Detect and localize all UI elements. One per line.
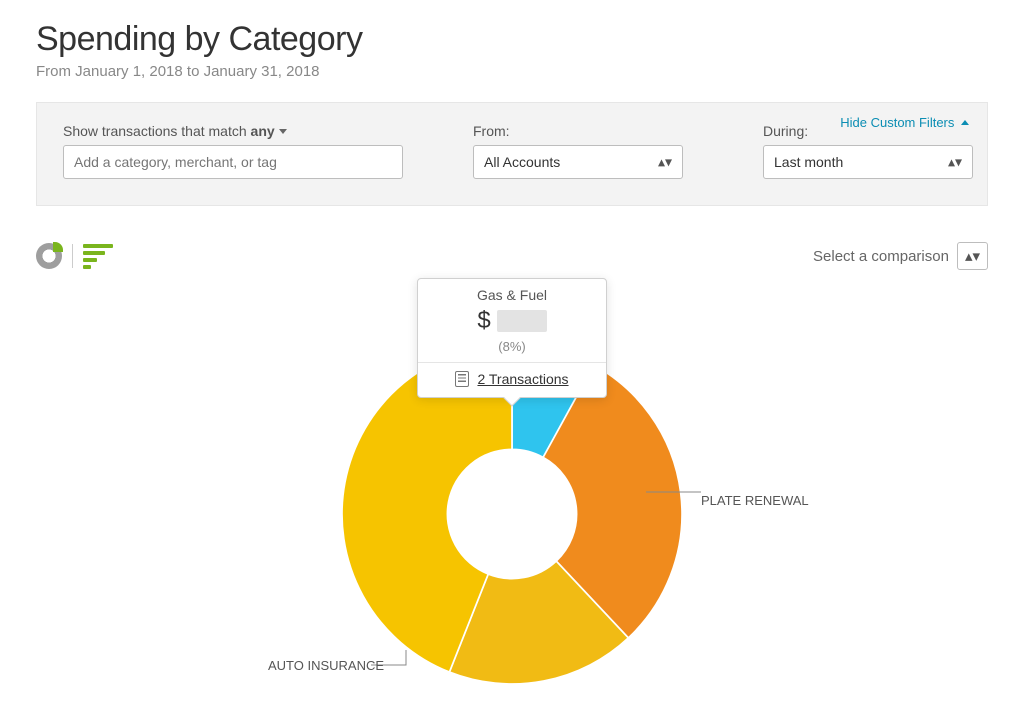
slice-label-plate-renewal: PLATE RENEWAL — [701, 493, 809, 508]
during-filter-column: During: Last month ▴▾ — [763, 123, 983, 179]
hide-custom-filters-link[interactable]: Hide Custom Filters — [840, 115, 969, 130]
filter-panel: Hide Custom Filters Show transactions th… — [36, 102, 988, 206]
date-range-subtitle: From January 1, 2018 to January 31, 2018 — [36, 63, 988, 80]
tooltip-category: Gas & Fuel — [428, 287, 596, 303]
comparison-label: Select a comparison — [813, 248, 949, 265]
from-filter-column: From: All Accounts ▴▾ — [473, 123, 693, 179]
updown-icon: ▴▾ — [658, 154, 672, 171]
page-title: Spending by Category — [36, 20, 988, 59]
comparison-picker[interactable]: Select a comparison ▴▾ — [813, 242, 988, 270]
from-account-value: All Accounts — [484, 154, 560, 170]
divider — [72, 244, 73, 268]
match-mode-dropdown[interactable]: any — [251, 123, 287, 139]
caret-down-icon — [279, 129, 287, 134]
bar-view-icon[interactable] — [83, 244, 113, 269]
from-account-select[interactable]: All Accounts ▴▾ — [473, 145, 683, 179]
tooltip-transactions-link[interactable]: 2 Transactions — [477, 371, 568, 387]
hide-custom-filters-label: Hide Custom Filters — [840, 115, 954, 130]
match-prefix-label: Show transactions that match — [63, 123, 247, 139]
chart-area: Gas & Fuel $ (8%) 2 Transactions PLATE R… — [36, 280, 988, 710]
during-select[interactable]: Last month ▴▾ — [763, 145, 973, 179]
donut-view-icon[interactable] — [36, 243, 62, 269]
tooltip-amount-prefix: $ — [477, 307, 490, 335]
list-icon — [455, 371, 469, 387]
match-mode-value: any — [251, 123, 275, 139]
from-label: From: — [473, 123, 693, 139]
tooltip-percent: (8%) — [428, 339, 596, 354]
caret-up-icon — [961, 120, 969, 125]
chart-tooltip: Gas & Fuel $ (8%) 2 Transactions — [417, 278, 607, 398]
search-input[interactable] — [63, 145, 403, 179]
slice-label-auto-insurance: AUTO INSURANCE — [268, 658, 384, 673]
updown-icon: ▴▾ — [957, 242, 988, 270]
tooltip-amount-redacted — [497, 310, 547, 332]
updown-icon: ▴▾ — [948, 154, 962, 171]
match-filter-column: Show transactions that match any — [63, 123, 403, 179]
view-toggle — [36, 243, 113, 269]
during-value: Last month — [774, 154, 843, 170]
